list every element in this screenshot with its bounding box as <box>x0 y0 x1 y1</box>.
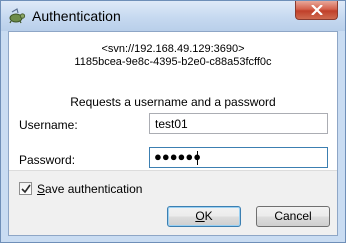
save-authentication-mnemonic: S <box>37 182 46 196</box>
password-field[interactable]: ●●●●●● <box>149 147 328 168</box>
checkmark-icon <box>21 184 31 194</box>
title-bar[interactable]: Authentication <box>1 1 345 31</box>
username-label: Username: <box>19 118 78 132</box>
ok-mnemonic: O <box>195 209 205 223</box>
tortoisesvn-icon <box>8 8 26 24</box>
save-authentication-checkbox[interactable] <box>19 182 32 195</box>
window-title: Authentication <box>32 8 121 24</box>
cancel-button[interactable]: Cancel <box>256 206 330 227</box>
request-message: Requests a username and a password <box>70 95 276 109</box>
username-field[interactable]: test01 <box>149 113 328 134</box>
close-button[interactable] <box>295 1 338 20</box>
ok-button[interactable]: OK <box>167 206 241 227</box>
realm-panel: <svn://192.168.49.129:3690> 1185bcea-9e8… <box>9 32 337 171</box>
save-authentication-label-rest: ave authentication <box>45 182 143 196</box>
realm-uuid: 1185bcea-9e8c-4395-b2e0-c88a53fcff0c <box>74 56 272 68</box>
save-authentication-label[interactable]: Save authentication <box>37 182 142 196</box>
password-label: Password: <box>19 153 76 167</box>
realm-url: <svn://192.168.49.129:3690> <box>101 43 245 55</box>
text-caret <box>197 151 198 165</box>
password-value: ●●●●●● <box>154 149 202 164</box>
dialog-body: <svn://192.168.49.129:3690> 1185bcea-9e8… <box>8 31 338 236</box>
ok-label-rest: K <box>204 209 213 223</box>
authentication-dialog: Authentication <svn://192.168.49.129:369… <box>0 0 346 243</box>
close-icon <box>311 5 323 15</box>
username-value: test01 <box>155 117 188 131</box>
